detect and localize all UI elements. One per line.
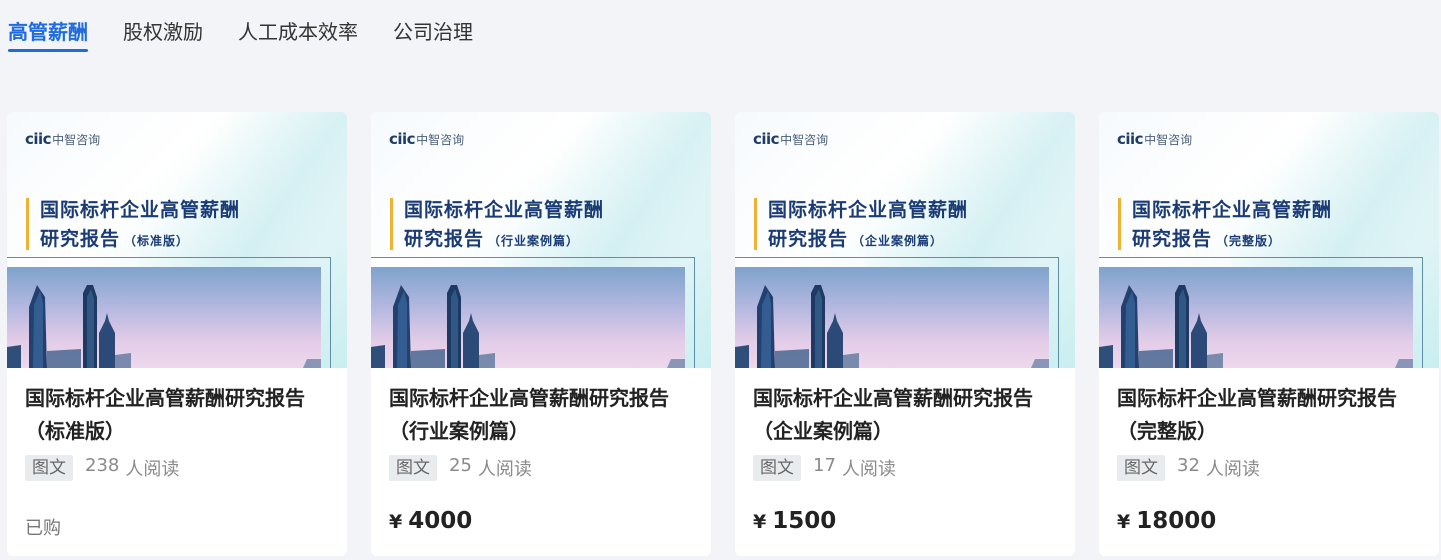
cover-title: 国际标杆企业高管薪酬 研究报告 （完整版） xyxy=(1132,196,1332,254)
logo-text: 中智咨询 xyxy=(416,133,465,147)
currency-symbol: ¥ xyxy=(389,511,403,533)
read-count-number: 17 xyxy=(813,455,836,476)
ciic-logo: ciic 中智咨询 xyxy=(1117,130,1192,148)
currency-symbol: ¥ xyxy=(753,511,767,533)
tab-executive-compensation[interactable]: 高管薪酬 xyxy=(8,0,88,52)
cover-title-line1: 国际标杆企业高管薪酬 xyxy=(768,199,969,221)
report-title[interactable]: 国际标杆企业高管薪酬研究报告 （标准版） xyxy=(25,382,329,448)
ciic-logo: ciic 中智咨询 xyxy=(25,130,100,148)
logo-mark: ciic xyxy=(389,130,416,148)
cover-subtitle: （标准版） xyxy=(124,234,190,248)
cover-title-line1: 国际标杆企业高管薪酬 xyxy=(404,199,605,221)
price: ¥1500 xyxy=(753,508,836,534)
logo-mark: ciic xyxy=(25,130,52,148)
report-cover-image: ciic 中智咨询 国际标杆企业高管薪酬 研究报告 （完整版） xyxy=(1099,112,1439,368)
price-value: 4000 xyxy=(408,508,473,534)
read-count: 25 人阅读 xyxy=(449,455,532,481)
report-card[interactable]: ciic 中智咨询 国际标杆企业高管薪酬 研究报告 （完整版） 国际标杆企业高管… xyxy=(1099,112,1439,556)
logo-mark: ciic xyxy=(1117,130,1144,148)
report-card-list: ciic 中智咨询 国际标杆企业高管薪酬 研究报告 （标准版） 国际标杆企业高管… xyxy=(7,112,1441,556)
price xyxy=(25,508,31,534)
cover-title-line2: 研究报告 xyxy=(404,228,485,250)
currency-symbol: ¥ xyxy=(1117,511,1131,533)
cover-title: 国际标杆企业高管薪酬 研究报告 （企业案例篇） xyxy=(768,196,968,254)
cover-accent-bar xyxy=(390,198,393,250)
logo-text: 中智咨询 xyxy=(1144,133,1193,147)
cover-accent-bar xyxy=(1118,198,1121,250)
cover-subtitle: （完整版） xyxy=(1216,234,1282,248)
read-count: 32 人阅读 xyxy=(1177,455,1260,481)
cover-title-line2: 研究报告 xyxy=(1132,228,1213,250)
content-type-tag: 图文 xyxy=(753,455,801,481)
cover-title-line2: 研究报告 xyxy=(40,228,121,250)
logo-mark: ciic xyxy=(753,130,780,148)
cover-title-line2: 研究报告 xyxy=(768,228,849,250)
cover-title-line1: 国际标杆企业高管薪酬 xyxy=(40,199,241,221)
content-type-tag: 图文 xyxy=(25,455,73,481)
cover-accent-bar xyxy=(754,198,757,250)
read-count-number: 238 xyxy=(85,455,120,476)
read-count: 17 人阅读 xyxy=(813,455,896,481)
content-type-tag: 图文 xyxy=(389,455,437,481)
report-cover-image: ciic 中智咨询 国际标杆企业高管薪酬 研究报告 （行业案例篇） xyxy=(371,112,711,368)
report-card[interactable]: ciic 中智咨询 国际标杆企业高管薪酬 研究报告 （企业案例篇） 国际标杆企业… xyxy=(735,112,1075,556)
read-count-label: 人阅读 xyxy=(125,459,180,480)
skyline-photo xyxy=(7,267,321,368)
cover-title: 国际标杆企业高管薪酬 研究报告 （行业案例篇） xyxy=(404,196,604,254)
price: ¥4000 xyxy=(389,508,472,534)
report-cover-image: ciic 中智咨询 国际标杆企业高管薪酬 研究报告 （企业案例篇） xyxy=(735,112,1075,368)
read-count-label: 人阅读 xyxy=(1205,459,1260,480)
read-count-label: 人阅读 xyxy=(841,459,896,480)
report-title[interactable]: 国际标杆企业高管薪酬研究报告 （完整版） xyxy=(1117,382,1421,448)
read-count-number: 25 xyxy=(449,455,472,476)
content-type-tag: 图文 xyxy=(1117,455,1165,481)
read-count: 238 人阅读 xyxy=(85,455,179,481)
read-count-label: 人阅读 xyxy=(477,459,532,480)
price-value: 18000 xyxy=(1136,508,1217,534)
logo-text: 中智咨询 xyxy=(780,133,829,147)
price-value: 1500 xyxy=(772,508,837,534)
report-cover-image: ciic 中智咨询 国际标杆企业高管薪酬 研究报告 （标准版） xyxy=(7,112,347,368)
report-card[interactable]: ciic 中智咨询 国际标杆企业高管薪酬 研究报告 （标准版） 国际标杆企业高管… xyxy=(7,112,347,556)
cover-subtitle: （企业案例篇） xyxy=(852,234,944,248)
logo-text: 中智咨询 xyxy=(52,133,101,147)
skyline-photo xyxy=(371,267,685,368)
skyline-photo xyxy=(735,267,1049,368)
cover-title: 国际标杆企业高管薪酬 研究报告 （标准版） xyxy=(40,196,240,254)
tab-equity-incentive[interactable]: 股权激励 xyxy=(123,0,203,52)
tab-labor-cost-efficiency[interactable]: 人工成本效率 xyxy=(238,0,358,52)
read-count-number: 32 xyxy=(1177,455,1200,476)
report-title[interactable]: 国际标杆企业高管薪酬研究报告 （企业案例篇） xyxy=(753,382,1057,448)
price: ¥18000 xyxy=(1117,508,1216,534)
cover-title-line1: 国际标杆企业高管薪酬 xyxy=(1132,199,1333,221)
category-tabs: 高管薪酬 股权激励 人工成本效率 公司治理 xyxy=(0,0,500,60)
skyline-photo xyxy=(1099,267,1413,368)
report-card[interactable]: ciic 中智咨询 国际标杆企业高管薪酬 研究报告 （行业案例篇） 国际标杆企业… xyxy=(371,112,711,556)
report-title[interactable]: 国际标杆企业高管薪酬研究报告 （行业案例篇） xyxy=(389,382,693,448)
cover-subtitle: （行业案例篇） xyxy=(488,234,580,248)
ciic-logo: ciic 中智咨询 xyxy=(753,130,828,148)
tab-corporate-governance[interactable]: 公司治理 xyxy=(393,0,473,52)
cover-accent-bar xyxy=(26,198,29,250)
ciic-logo: ciic 中智咨询 xyxy=(389,130,464,148)
